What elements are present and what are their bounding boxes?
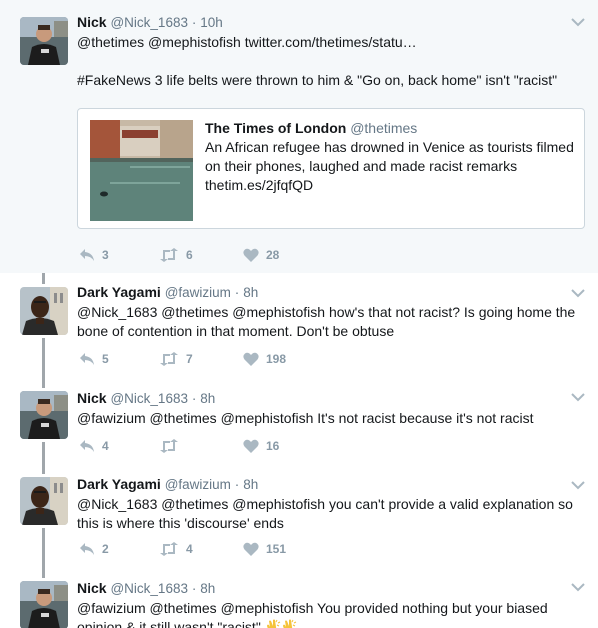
separator-dot: · — [191, 15, 197, 30]
tweet[interactable]: Nick @Nick_1683 · 10h @thetimes @mephist… — [0, 0, 598, 273]
retweet-count: 6 — [186, 248, 193, 262]
chevron-down-icon[interactable] — [570, 581, 586, 593]
retweet-count: 4 — [186, 542, 193, 556]
separator-dot: · — [191, 391, 197, 406]
author-name[interactable]: Nick — [77, 14, 107, 30]
retweet-icon — [160, 542, 178, 556]
link-preview-card[interactable]: The Times of London @thetimes An African… — [77, 108, 585, 229]
avatar[interactable] — [20, 391, 68, 439]
author-handle[interactable]: @Nick_1683 — [110, 581, 188, 596]
separator-dot: · — [191, 581, 197, 596]
card-title: The Times of London — [205, 120, 347, 136]
author-handle[interactable]: @Nick_1683 — [110, 15, 188, 30]
tweet-actions: 4 16 — [77, 437, 377, 455]
reply-icon — [80, 353, 94, 365]
reply-button[interactable]: 3 — [79, 246, 109, 264]
retweet-button[interactable] — [159, 437, 186, 455]
avatar[interactable] — [20, 287, 68, 335]
heart-icon — [243, 352, 259, 366]
reply-button[interactable]: 4 — [79, 437, 109, 455]
retweet-count: 7 — [186, 352, 193, 366]
card-description: An African refugee has drowned in Venice… — [205, 139, 574, 174]
tweet-actions: 3 6 28 — [77, 246, 377, 264]
reply-count: 4 — [102, 439, 109, 453]
heart-icon — [243, 248, 259, 262]
retweet-button[interactable]: 7 — [159, 350, 193, 368]
reply-button[interactable]: 5 — [79, 350, 109, 368]
chevron-down-icon[interactable] — [570, 287, 586, 299]
retweet-button[interactable]: 4 — [159, 540, 193, 558]
tweet-actions: 2 4 151 — [77, 540, 377, 558]
heart-icon — [243, 542, 259, 556]
author-name[interactable]: Dark Yagami — [77, 476, 161, 492]
author-handle[interactable]: @Nick_1683 — [110, 391, 188, 406]
tweet-text: @thetimes @mephistofish twitter.com/thet… — [77, 34, 558, 88]
reply-icon — [80, 440, 94, 452]
like-button[interactable]: 28 — [243, 246, 279, 264]
reply-count: 2 — [102, 542, 109, 556]
reply-icon — [80, 249, 94, 261]
reply-count: 3 — [102, 248, 109, 262]
separator-dot: · — [234, 477, 240, 492]
author-name[interactable]: Dark Yagami — [77, 284, 161, 300]
tweet-timestamp[interactable]: 8h — [200, 581, 215, 596]
chevron-down-icon[interactable] — [570, 479, 586, 491]
tweet[interactable]: Nick @Nick_1683 · 8h @fawizium @thetimes… — [0, 377, 598, 467]
tweet-text-content: @fawizium @thetimes @mephistofish You pr… — [77, 600, 548, 628]
tweet-text: @Nick_1683 @thetimes @mephistofish you c… — [77, 496, 573, 531]
separator-dot: · — [234, 285, 240, 300]
like-count: 198 — [266, 352, 287, 366]
tweet-text: @Nick_1683 @thetimes @mephistofish how's… — [77, 304, 576, 339]
tweet[interactable]: Dark Yagami @fawizium · 8h @Nick_1683 @t… — [0, 273, 598, 377]
avatar[interactable] — [20, 477, 68, 525]
chevron-down-icon[interactable] — [570, 391, 586, 403]
like-button[interactable]: 198 — [243, 350, 286, 368]
author-handle[interactable]: @fawizium — [165, 285, 231, 300]
author-handle[interactable]: @fawizium — [165, 477, 231, 492]
tweet-timestamp[interactable]: 8h — [243, 285, 258, 300]
reply-count: 5 — [102, 352, 109, 366]
like-button[interactable]: 151 — [243, 540, 286, 558]
avatar[interactable] — [20, 17, 68, 65]
retweet-icon — [160, 248, 178, 262]
tweet-timestamp[interactable]: 8h — [200, 391, 215, 406]
chevron-down-icon[interactable] — [570, 16, 586, 28]
like-count: 28 — [266, 248, 280, 262]
clapping-hands-emoji — [282, 619, 296, 628]
reply-button[interactable]: 2 — [79, 540, 109, 558]
conversation-thread: Nick @Nick_1683 · 10h @thetimes @mephist… — [0, 0, 598, 628]
card-thumbnail — [90, 120, 193, 221]
heart-icon — [243, 439, 259, 453]
clapping-hands-emoji — [266, 619, 280, 628]
tweet[interactable]: Dark Yagami @fawizium · 8h @Nick_1683 @t… — [0, 467, 598, 571]
tweet-timestamp[interactable]: 10h — [200, 15, 223, 30]
retweet-icon — [160, 439, 178, 453]
retweet-button[interactable]: 6 — [159, 246, 193, 264]
reply-icon — [80, 543, 94, 555]
avatar[interactable] — [20, 581, 68, 628]
like-count: 16 — [266, 439, 280, 453]
like-count: 151 — [266, 542, 287, 556]
tweet-actions: 5 7 198 — [77, 350, 377, 368]
tweet-text: @fawizium @thetimes @mephistofish You pr… — [77, 599, 580, 628]
tweet[interactable]: Nick @Nick_1683 · 8h @fawizium @thetimes… — [0, 571, 598, 628]
like-button[interactable]: 16 — [243, 437, 279, 455]
retweet-icon — [160, 352, 178, 366]
card-link[interactable]: thetim.es/2jfqfQD — [205, 176, 574, 195]
author-name[interactable]: Nick — [77, 580, 107, 596]
tweet-timestamp[interactable]: 8h — [243, 477, 258, 492]
card-handle: @thetimes — [350, 120, 418, 136]
tweet-text: @fawizium @thetimes @mephistofish It's n… — [77, 410, 534, 426]
author-name[interactable]: Nick — [77, 390, 107, 406]
